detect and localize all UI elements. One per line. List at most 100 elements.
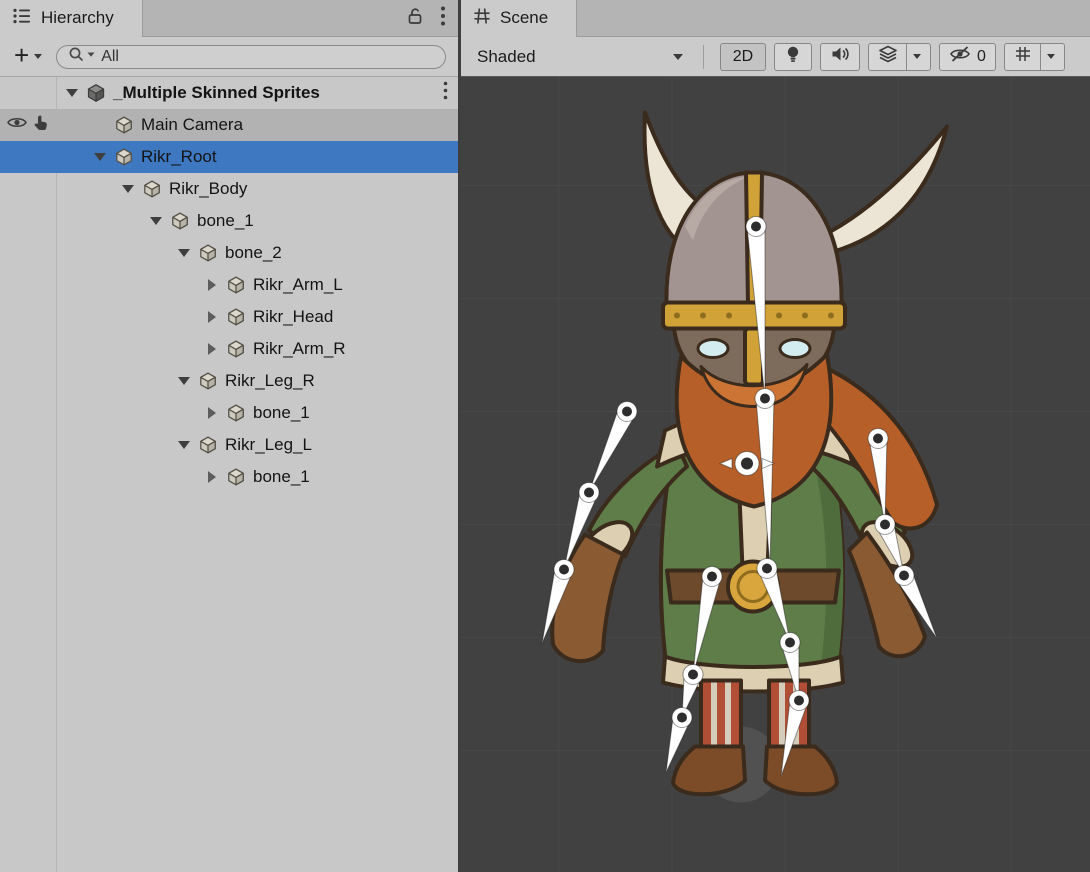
triangle-expanded-icon [150, 217, 162, 225]
tree-row-label: Rikr_Arm_L [253, 275, 343, 295]
bone[interactable] [756, 398, 774, 566]
grid-settings-button[interactable] [1004, 43, 1065, 71]
foldout-arrow[interactable] [200, 407, 224, 419]
foldout-arrow[interactable] [200, 279, 224, 291]
chevron-down-icon [34, 54, 42, 59]
bone-joint-core [873, 434, 883, 444]
lighting-toggle-button[interactable] [774, 43, 812, 71]
search-icon[interactable] [67, 45, 97, 68]
tab-scene[interactable]: Scene [461, 0, 577, 36]
triangle-expanded-icon [178, 249, 190, 257]
tree-row[interactable]: Rikr_Arm_R [0, 333, 458, 365]
foldout-arrow[interactable] [200, 471, 224, 483]
foldout-arrow[interactable] [172, 249, 196, 257]
foldout-arrow[interactable] [200, 343, 224, 355]
root-bone-wing[interactable] [720, 459, 732, 469]
tree-row-label: bone_1 [253, 403, 310, 423]
lock-icon[interactable] [406, 6, 424, 31]
triangle-expanded-icon [178, 441, 190, 449]
tree-row[interactable]: bone_1 [0, 205, 458, 237]
tree-row[interactable]: Rikr_Body [0, 173, 458, 205]
bone-joint-core [622, 407, 632, 417]
foldout-arrow[interactable] [60, 89, 84, 97]
foldout-arrow[interactable] [144, 217, 168, 225]
eye-slash-icon [949, 45, 971, 68]
tree-row-label: Rikr_Head [253, 307, 333, 327]
kebab-menu-icon[interactable] [440, 5, 446, 32]
tree-row[interactable]: Main Camera [0, 109, 458, 141]
hierarchy-panel: Hierarchy + All [0, 0, 458, 872]
bone[interactable] [747, 226, 765, 398]
triangle-expanded-icon [122, 185, 134, 193]
triangle-expanded-icon [178, 377, 190, 385]
tree-row[interactable]: bone_2 [0, 237, 458, 269]
triangle-expanded-icon [94, 153, 106, 161]
hierarchy-list-icon [12, 7, 32, 30]
tree-row-label: Rikr_Arm_R [253, 339, 346, 359]
foldout-arrow[interactable] [172, 441, 196, 449]
gameobject-cube-icon [224, 307, 248, 327]
tree-row[interactable]: Rikr_Arm_L [0, 269, 458, 301]
scene-viewport[interactable] [461, 77, 1090, 872]
foldout-arrow[interactable] [172, 377, 196, 385]
bone-joint-core [677, 713, 687, 723]
draw-mode-dropdown[interactable]: Shaded [469, 43, 691, 71]
effects-layers-icon [878, 45, 898, 68]
bone-joint-core [751, 222, 761, 232]
tab-hierarchy[interactable]: Hierarchy [0, 0, 143, 36]
bone-joint-core [760, 394, 770, 404]
search-input[interactable]: All [56, 45, 446, 69]
tree-row[interactable]: _Multiple Skinned Sprites [0, 77, 458, 109]
bone-overlay[interactable] [461, 77, 1090, 872]
triangle-collapsed-icon [208, 311, 216, 323]
bone[interactable] [693, 575, 721, 675]
tree-row[interactable]: bone_1 [0, 461, 458, 493]
tree-row-label: Main Camera [141, 115, 243, 135]
foldout-arrow[interactable] [88, 153, 112, 161]
gameobject-cube-icon [140, 179, 164, 199]
chevron-down-icon [913, 54, 921, 59]
bone-joint-core [785, 638, 795, 648]
bone-joint-core [559, 565, 569, 575]
scene-panel: Scene Shaded 2D [461, 0, 1090, 872]
scene-toolbar: Shaded 2D [461, 37, 1090, 77]
bone[interactable] [869, 438, 887, 525]
toggle-2d-button[interactable]: 2D [720, 43, 766, 71]
chevron-down-icon [673, 54, 683, 60]
tree-row[interactable]: Rikr_Head [0, 301, 458, 333]
tree-row[interactable]: Rikr_Root [0, 141, 458, 173]
pickability-hand-icon[interactable] [32, 114, 50, 137]
bone-joint-core [762, 564, 772, 574]
foldout-arrow[interactable] [200, 311, 224, 323]
bone-joint-core [899, 571, 909, 581]
triangle-collapsed-icon [208, 279, 216, 291]
tab-hierarchy-label: Hierarchy [41, 8, 114, 28]
scene-visibility-button[interactable]: 0 [939, 43, 996, 71]
effects-toggle-button[interactable] [868, 43, 931, 71]
audio-toggle-button[interactable] [820, 43, 860, 71]
tree-row[interactable]: Rikr_Leg_R [0, 365, 458, 397]
row-kebab-menu-icon[interactable] [443, 81, 448, 106]
gameobject-cube-icon [196, 371, 220, 391]
gameobject-cube-icon [196, 243, 220, 263]
add-object-button[interactable]: + [8, 45, 48, 68]
effects-dropdown[interactable] [906, 44, 921, 70]
bone[interactable] [781, 698, 808, 776]
bone-joint-core [707, 572, 717, 582]
tree-row[interactable]: bone_1 [0, 397, 458, 429]
chevron-down-icon [1047, 54, 1055, 59]
foldout-arrow[interactable] [116, 185, 140, 193]
draw-mode-label: Shaded [477, 47, 536, 67]
bone-joint-core [880, 520, 890, 530]
gameobject-cube-icon [224, 339, 248, 359]
tree-row[interactable]: Rikr_Leg_L [0, 429, 458, 461]
hierarchy-tree: _Multiple Skinned Sprites Main Camera Rikr… [0, 77, 458, 872]
hierarchy-tab-actions [406, 0, 458, 36]
root-bone-joint-core [741, 458, 753, 470]
plus-icon: + [14, 44, 29, 66]
hierarchy-tabbar: Hierarchy [0, 0, 458, 37]
grid-dropdown[interactable] [1040, 44, 1055, 70]
visibility-eye-icon[interactable] [6, 115, 28, 136]
triangle-collapsed-icon [208, 471, 216, 483]
gameobject-cube-icon [112, 115, 136, 135]
